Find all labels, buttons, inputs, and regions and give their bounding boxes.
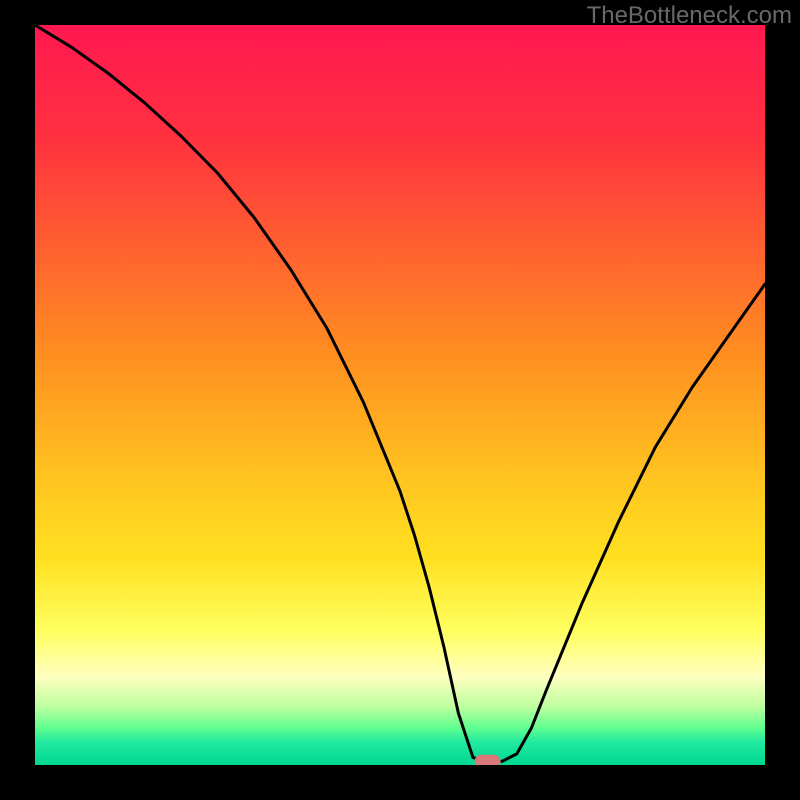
chart-svg xyxy=(35,25,765,765)
plot-area xyxy=(35,25,765,765)
bottleneck-marker xyxy=(475,755,501,765)
gradient-background xyxy=(35,25,765,765)
chart-container: TheBottleneck.com xyxy=(0,0,800,800)
watermark-text: TheBottleneck.com xyxy=(587,2,792,30)
